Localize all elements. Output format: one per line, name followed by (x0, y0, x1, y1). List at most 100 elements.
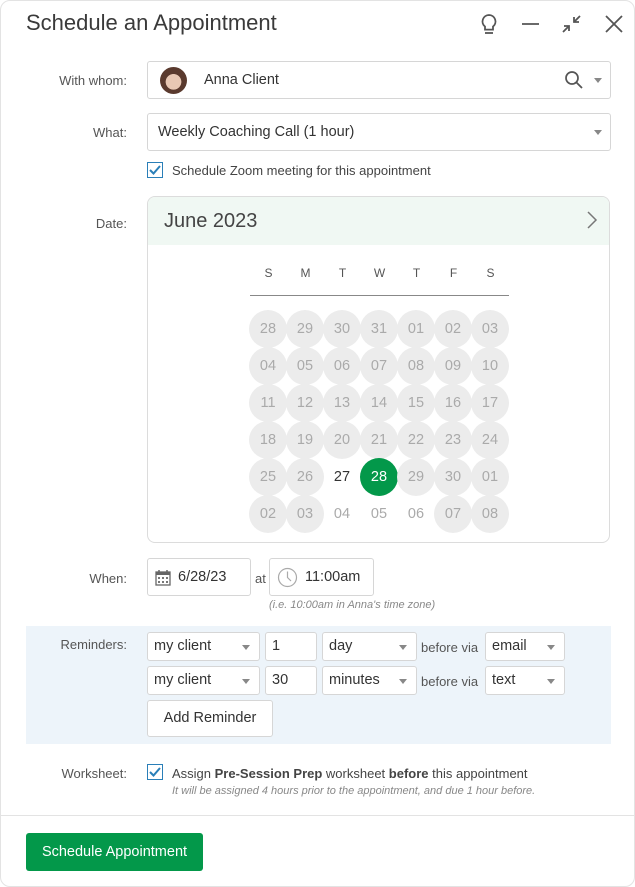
close-icon[interactable] (601, 11, 627, 37)
calendar-day: 25 (249, 458, 287, 496)
time-input[interactable]: 11:00am (269, 558, 374, 596)
calendar-day: 10 (471, 347, 509, 385)
before-via-label: before via (421, 640, 479, 655)
calendar-day: 09 (434, 347, 472, 385)
what-select[interactable]: Weekly Coaching Call (1 hour) (147, 113, 611, 151)
reminder-channel-select-value: email (492, 638, 527, 654)
calendar-day: 14 (360, 384, 398, 422)
calendar-month: June 2023 (164, 210, 258, 232)
search-icon[interactable] (564, 70, 584, 93)
calendar-day: 04 (249, 347, 287, 385)
chevron-down-icon[interactable] (547, 645, 555, 650)
calendar-day: 07 (434, 495, 472, 533)
worksheet-description: Assign Pre-Session Prep worksheet before… (172, 766, 528, 781)
reminders-label: Reminders: (60, 637, 127, 652)
calendar-day: 08 (471, 495, 509, 533)
schedule-appointment-dialog: Schedule an Appointment With whom: Anna … (0, 0, 635, 887)
time-value: 11:00am (305, 569, 361, 585)
reminder-recipient-select[interactable]: my client (147, 666, 260, 695)
reminder-amount-input[interactable]: 30 (265, 666, 317, 695)
when-label: When: (89, 571, 127, 586)
calendar-day: 02 (249, 495, 287, 533)
chevron-down-icon[interactable] (547, 679, 555, 684)
footer-divider (1, 815, 634, 816)
client-avatar (160, 67, 187, 94)
clock-icon (277, 567, 298, 591)
calendar-day: 30 (323, 310, 361, 348)
reminder-channel-select-value: text (492, 672, 516, 688)
calendar-day: 12 (286, 384, 324, 422)
weekday-header: T (412, 266, 421, 280)
calendar-day-selected[interactable]: 28 (360, 458, 398, 496)
chevron-down-icon[interactable] (594, 130, 602, 135)
what-label: What: (93, 125, 127, 140)
with-whom-label: With whom: (59, 73, 127, 88)
chevron-down-icon[interactable] (594, 78, 602, 83)
reminder-unit-select[interactable]: day (322, 632, 417, 661)
with-whom-select[interactable]: Anna Client (147, 61, 611, 99)
worksheet-checkbox[interactable] (147, 764, 163, 780)
weekday-header: S (486, 266, 495, 280)
timezone-hint: (i.e. 10:00am in Anna's time zone) (269, 599, 436, 611)
calendar-day: 01 (397, 310, 435, 348)
collapse-icon[interactable] (559, 11, 585, 37)
calendar-day: 22 (397, 421, 435, 459)
calendar-day: 19 (286, 421, 324, 459)
reminder-amount-input-value: 1 (272, 638, 281, 654)
schedule-appointment-button[interactable]: Schedule Appointment (26, 833, 203, 871)
date-input[interactable]: 6/28/23 (147, 558, 251, 596)
calendar-day: 06 (323, 347, 361, 385)
worksheet-hint: It will be assigned 4 hours prior to the… (172, 785, 536, 797)
reminder-channel-select[interactable]: email (485, 632, 565, 661)
calendar-day: 06 (407, 506, 425, 522)
add-reminder-button[interactable]: Add Reminder (147, 700, 273, 737)
calendar-day: 01 (471, 458, 509, 496)
date-label: Date: (95, 216, 127, 231)
calendar-day: 18 (249, 421, 287, 459)
calendar-day: 15 (397, 384, 435, 422)
calendar-day: 24 (471, 421, 509, 459)
calendar-day: 23 (434, 421, 472, 459)
dialog-title: Schedule an Appointment (26, 10, 277, 35)
chevron-down-icon[interactable] (399, 679, 407, 684)
calendar-day: 29 (397, 458, 435, 496)
calendar-day[interactable]: 27 (323, 458, 361, 496)
calendar-day: 28 (249, 310, 287, 348)
weekday-divider (250, 295, 509, 296)
lightbulb-icon[interactable] (476, 11, 502, 37)
zoom-checkbox[interactable] (147, 162, 163, 178)
worksheet-timing: before (388, 766, 429, 781)
weekday-header: S (264, 266, 273, 280)
calendar-day: 08 (397, 347, 435, 385)
chevron-down-icon[interactable] (242, 645, 250, 650)
chevron-right-icon[interactable] (585, 210, 599, 235)
calendar-day: 30 (434, 458, 472, 496)
reminder-amount-input-value: 30 (272, 672, 289, 688)
calendar-day: 03 (286, 495, 324, 533)
calendar-day: 29 (286, 310, 324, 348)
with-whom-value: Anna Client (204, 72, 279, 88)
weekday-header: T (338, 266, 347, 280)
calendar-day: 13 (323, 384, 361, 422)
chevron-down-icon[interactable] (399, 645, 407, 650)
reminder-unit-select[interactable]: minutes (322, 666, 417, 695)
weekday-header: W (373, 266, 386, 280)
chevron-down-icon[interactable] (242, 679, 250, 684)
date-value: 6/28/23 (178, 569, 227, 585)
reminder-unit-select-value: minutes (329, 672, 380, 688)
calendar-day: 20 (323, 421, 361, 459)
calendar-day: 21 (360, 421, 398, 459)
calendar-day: 04 (333, 506, 351, 522)
worksheet-text-prefix: Assign (172, 766, 215, 781)
what-value: Weekly Coaching Call (1 hour) (158, 124, 355, 140)
calendar-icon (155, 569, 171, 589)
calendar-day: 26 (286, 458, 324, 496)
minimize-icon[interactable] (518, 11, 544, 37)
calendar-day: 16 (434, 384, 472, 422)
calendar-day: 03 (471, 310, 509, 348)
reminder-recipient-select[interactable]: my client (147, 632, 260, 661)
at-label: at (255, 571, 266, 586)
reminder-amount-input[interactable]: 1 (265, 632, 317, 661)
calendar-day: 11 (249, 384, 287, 422)
reminder-channel-select[interactable]: text (485, 666, 565, 695)
